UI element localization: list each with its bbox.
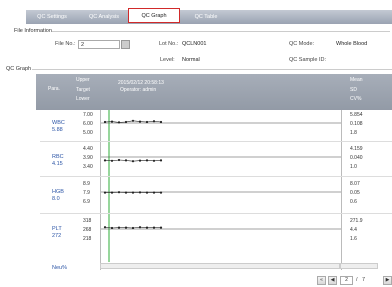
qc-chart-area bbox=[100, 110, 342, 270]
param-sd: 4.4 bbox=[350, 227, 357, 233]
qc-mode-label: QC Mode: bbox=[289, 41, 315, 47]
param-mean: 8.07 bbox=[350, 181, 360, 187]
param-name: RBC bbox=[52, 154, 64, 160]
lot-no-value: QCLN001 bbox=[182, 41, 207, 47]
header-date: 2015/02/12 20:58:13 bbox=[118, 80, 164, 86]
param-mean: 4.159 bbox=[350, 146, 363, 152]
qc-mode-value: Whole Blood bbox=[336, 41, 368, 47]
qc-point[interactable] bbox=[159, 159, 163, 162]
prev-page-button[interactable]: ◀ bbox=[328, 276, 337, 285]
file-information-divider bbox=[52, 31, 390, 32]
first-page-button[interactable]: « bbox=[317, 276, 326, 285]
qc-point[interactable] bbox=[159, 120, 163, 124]
qc-point[interactable] bbox=[159, 191, 163, 194]
param-mean: 271.9 bbox=[350, 218, 363, 224]
param-name: PLT bbox=[52, 226, 62, 232]
param-value: 5.88 bbox=[52, 127, 63, 133]
param-upper: 318 bbox=[83, 218, 92, 224]
tab-bar: QC Settings QC Analysis QC Graph QC Tabl… bbox=[0, 0, 392, 26]
header-para: Para. bbox=[48, 86, 60, 92]
horizontal-scrollbar[interactable] bbox=[100, 263, 340, 269]
param-sd: 0.108 bbox=[350, 121, 363, 127]
file-no-input[interactable]: 2 bbox=[78, 40, 120, 49]
qc-graph-title: QC Graph bbox=[6, 66, 32, 72]
file-information-title: File Information bbox=[14, 28, 52, 34]
qc-chart-svg bbox=[101, 110, 341, 262]
tab-qc-analysis[interactable]: QC Analysis bbox=[80, 10, 128, 24]
param-sd: 0.040 bbox=[350, 155, 363, 161]
row-separator bbox=[40, 176, 392, 177]
row-separator bbox=[40, 141, 392, 142]
header-upper: Upper bbox=[76, 77, 90, 83]
param-lower: 6.9 bbox=[83, 199, 90, 205]
param-cv: 0.6 bbox=[350, 199, 357, 205]
param-target: 6.00 bbox=[83, 121, 93, 127]
stats-scrollbar[interactable] bbox=[340, 263, 378, 269]
param-value: 272 bbox=[52, 233, 62, 239]
qc-graph-divider bbox=[32, 69, 392, 70]
param-value: 8.0 bbox=[52, 196, 60, 202]
param-lower: 5.00 bbox=[83, 130, 93, 136]
param-lower: 3.40 bbox=[83, 164, 93, 170]
param-cv: 1.8 bbox=[350, 130, 357, 136]
tab-qc-graph[interactable]: QC Graph bbox=[128, 8, 180, 23]
header-operator: Operator: admin bbox=[120, 87, 157, 93]
param-target: 268 bbox=[83, 227, 92, 233]
qc-sample-id-label: QC Sample ID: bbox=[289, 57, 326, 63]
lot-no-label: Lot No.: bbox=[159, 41, 179, 47]
tab-qc-table[interactable]: QC Table bbox=[182, 10, 230, 24]
file-no-label: File No.: bbox=[55, 41, 76, 47]
param-upper: 7.00 bbox=[83, 112, 93, 118]
level-label: Level: bbox=[160, 57, 175, 63]
qc-point[interactable] bbox=[159, 226, 163, 229]
header-target: Target bbox=[76, 87, 90, 93]
page-total: 7 bbox=[362, 277, 366, 283]
header-cv: CV% bbox=[350, 96, 362, 102]
next-param-label: Neu% bbox=[52, 265, 67, 271]
param-cv: 1.0 bbox=[350, 164, 357, 170]
page-number-input[interactable]: 2 bbox=[340, 276, 353, 285]
param-upper: 8.9 bbox=[83, 181, 90, 187]
param-cv: 1.6 bbox=[350, 236, 357, 242]
next-page-button[interactable]: ▶ bbox=[383, 276, 392, 285]
param-lower: 218 bbox=[83, 236, 92, 242]
header-lower: Lower bbox=[76, 96, 90, 102]
header-mean: Mean bbox=[350, 77, 363, 83]
param-mean: 5.854 bbox=[350, 112, 363, 118]
header-sd: SD bbox=[350, 87, 357, 93]
file-no-dropdown-button[interactable] bbox=[121, 40, 130, 49]
stats-column bbox=[340, 110, 392, 270]
param-value: 4.15 bbox=[52, 161, 63, 167]
param-target: 3.90 bbox=[83, 155, 93, 161]
param-upper: 4.40 bbox=[83, 146, 93, 152]
row-separator bbox=[40, 213, 392, 214]
tab-qc-settings[interactable]: QC Settings bbox=[28, 10, 76, 24]
page-separator: / bbox=[356, 277, 358, 283]
param-target: 7.9 bbox=[83, 190, 90, 196]
level-value: Normal bbox=[182, 57, 200, 63]
param-name: HGB bbox=[52, 189, 64, 195]
param-name: WBC bbox=[52, 120, 65, 126]
param-sd: 0.05 bbox=[350, 190, 360, 196]
